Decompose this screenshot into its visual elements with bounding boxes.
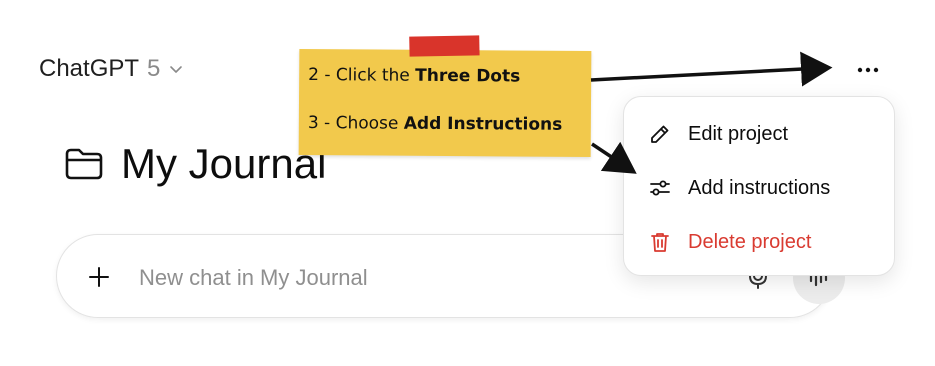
sticky-note-annotation: 2 - Click the Three Dots 3 - Choose Add … [298,35,592,158]
add-instructions-item[interactable]: Add instructions [648,170,830,206]
trash-icon [651,233,669,252]
new-chat-input[interactable] [137,253,701,303]
arrow-to-three-dots [590,51,833,87]
project-title-text: My Journal [121,140,327,187]
plus-icon[interactable] [87,265,111,289]
pencil-icon [651,125,669,143]
folder-icon [65,148,103,180]
edit-project-item[interactable]: Edit project [648,116,788,152]
chevron-down-icon [170,66,183,73]
project-options-menu: Edit project Add instructions Delete pro… [623,96,895,276]
more-options-button[interactable] [848,56,888,84]
project-title: My Journal [63,140,326,188]
sliders-icon [650,180,670,196]
model-version: 5 [147,55,161,82]
step-2-instruction: 2 - Click the Three Dots [308,65,521,87]
add-instructions-label: Add instructions [688,176,831,199]
delete-project-label: Delete project [688,230,812,253]
model-name: ChatGPT [39,55,140,82]
delete-project-item[interactable]: Delete project [648,224,811,260]
step-3-instruction: 3 - Choose Add Instructions [307,113,563,135]
three-dots-icon [857,67,879,73]
model-picker[interactable]: ChatGPT 5 [39,55,184,83]
tape-strip [409,35,480,57]
edit-project-label: Edit project [688,122,789,145]
